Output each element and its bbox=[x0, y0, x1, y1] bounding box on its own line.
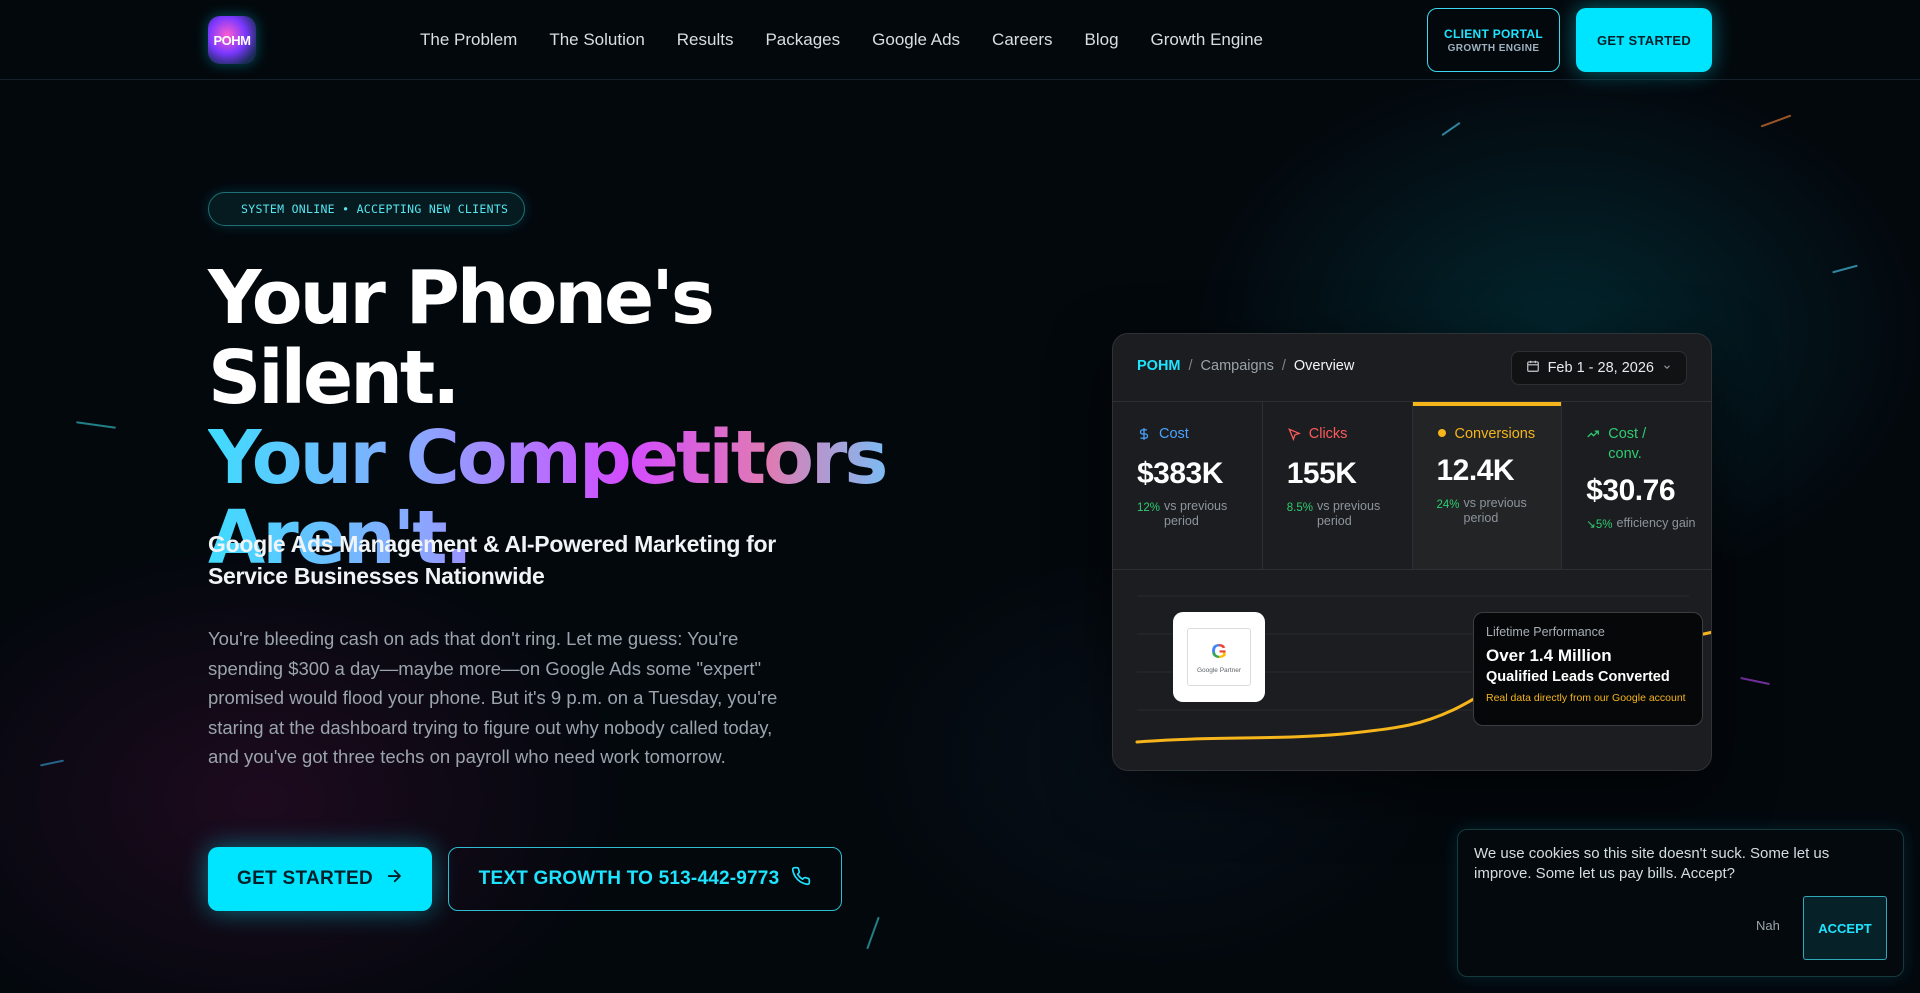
nav-growth-engine[interactable]: Growth Engine bbox=[1151, 30, 1263, 50]
logo[interactable]: POHM bbox=[208, 16, 256, 64]
metric-cost-label: Cost bbox=[1159, 426, 1189, 442]
metric-cost-pct: 12% bbox=[1137, 502, 1161, 514]
metric-cpc-value: $30.76 bbox=[1586, 474, 1676, 507]
metric-cost-note: vs previous period bbox=[1164, 499, 1228, 528]
breadcrumb-root[interactable]: POHM bbox=[1137, 358, 1181, 374]
metric-conversions[interactable]: Conversions 12.4K 24% vs previous period bbox=[1412, 402, 1563, 569]
breadcrumb-campaigns[interactable]: Campaigns bbox=[1201, 358, 1274, 374]
cursor-icon bbox=[1287, 424, 1301, 447]
calendar-icon bbox=[1526, 359, 1540, 377]
metric-label: Cost bbox=[1137, 424, 1262, 447]
metric-cost[interactable]: Cost $383K 12% vs previous period bbox=[1113, 402, 1263, 569]
breadcrumb: POHM / Campaigns / Overview bbox=[1137, 358, 1354, 374]
date-range-label: Feb 1 - 28, 2026 bbox=[1547, 360, 1654, 376]
metric-label: Cost / conv. bbox=[1586, 424, 1711, 464]
metric-conversions-note: vs previous period bbox=[1463, 496, 1527, 525]
google-partner-badge: G Google Partner bbox=[1173, 612, 1265, 702]
headline-line-2: Your Competitors bbox=[208, 418, 908, 498]
phone-icon bbox=[791, 866, 811, 892]
metric-cost-value: $383K bbox=[1137, 457, 1223, 490]
site-header: POHM The Problem The Solution Results Pa… bbox=[0, 0, 1920, 80]
header-get-started-button[interactable]: GET STARTED bbox=[1576, 8, 1712, 72]
nav-results[interactable]: Results bbox=[677, 30, 734, 50]
status-badge: SYSTEM ONLINE • ACCEPTING NEW CLIENTS bbox=[208, 192, 526, 226]
tooltip-kicker: Lifetime Performance bbox=[1486, 625, 1605, 639]
breadcrumb-separator: / bbox=[1188, 358, 1193, 374]
nav-packages[interactable]: Packages bbox=[765, 30, 840, 50]
lifetime-performance-tooltip: Lifetime Performance Over 1.4 Million Qu… bbox=[1473, 612, 1703, 726]
nav-careers[interactable]: Careers bbox=[992, 30, 1052, 50]
light-streak bbox=[1441, 121, 1461, 137]
metric-clicks-value: 155K bbox=[1286, 457, 1357, 490]
light-streak bbox=[866, 916, 880, 950]
light-streak bbox=[76, 421, 116, 429]
google-partner-inner: G Google Partner bbox=[1187, 628, 1251, 686]
client-portal-label: CLIENT PORTAL bbox=[1443, 26, 1543, 41]
hero-body-copy: You're bleeding cash on ads that don't r… bbox=[208, 628, 778, 767]
cta-secondary-label: TEXT GROWTH TO 513-442-9773 bbox=[478, 868, 780, 889]
cookie-decline-button[interactable]: Nah bbox=[1756, 918, 1780, 933]
metrics-row: Cost $383K 12% vs previous period Clicks… bbox=[1113, 402, 1711, 570]
client-portal-button[interactable]: CLIENT PORTAL GROWTH ENGINE bbox=[1427, 8, 1560, 72]
main-nav: The Problem The Solution Results Package… bbox=[420, 0, 1263, 80]
tooltip-headline: Over 1.4 Million bbox=[1486, 646, 1612, 665]
metric-clicks-note: vs previous period bbox=[1316, 499, 1381, 528]
dashboard-toolbar: POHM / Campaigns / Overview Feb 1 - 28, … bbox=[1113, 334, 1711, 402]
google-g-icon: G bbox=[1211, 640, 1227, 663]
metric-conversions-pct: 24% bbox=[1436, 499, 1460, 511]
nav-google-ads[interactable]: Google Ads bbox=[872, 30, 960, 50]
metric-cost-change: 12% vs previous period bbox=[1137, 499, 1262, 529]
dashboard-preview-card: POHM / Campaigns / Overview Feb 1 - 28, … bbox=[1112, 333, 1712, 771]
cookie-message: We use cookies so this site doesn't suck… bbox=[1474, 845, 1830, 882]
light-streak bbox=[1760, 114, 1792, 128]
client-portal-sublabel: GROWTH ENGINE bbox=[1447, 42, 1540, 54]
dollar-icon bbox=[1137, 424, 1151, 447]
hero-subheadline: Google Ads Management & AI-Powered Marke… bbox=[208, 531, 776, 589]
breadcrumb-current: Overview bbox=[1293, 358, 1355, 374]
metric-label: Clicks bbox=[1287, 424, 1412, 447]
metric-conversions-value: 12.4K bbox=[1436, 454, 1515, 487]
metric-label: Conversions bbox=[1437, 424, 1562, 444]
text-growth-button[interactable]: TEXT GROWTH TO 513-442-9773 bbox=[448, 847, 842, 911]
trend-up-icon bbox=[1586, 424, 1600, 447]
hero-get-started-button[interactable]: GET STARTED bbox=[208, 847, 432, 911]
chevron-down-icon bbox=[1662, 360, 1672, 376]
nav-the-solution[interactable]: The Solution bbox=[549, 30, 644, 50]
metric-clicks-change: 8.5% vs previous period bbox=[1287, 499, 1412, 529]
breadcrumb-separator: / bbox=[1281, 358, 1286, 374]
cta-primary-label: GET STARTED bbox=[237, 868, 373, 889]
nav-the-problem[interactable]: The Problem bbox=[420, 30, 517, 50]
tooltip-note: Real data directly from our Google accou… bbox=[1486, 692, 1686, 704]
metric-conversions-change: 24% vs previous period bbox=[1437, 496, 1562, 526]
nav-blog[interactable]: Blog bbox=[1085, 30, 1119, 50]
arrow-right-icon bbox=[385, 867, 403, 891]
metric-conversions-label: Conversions bbox=[1454, 426, 1536, 442]
metric-clicks-label: Clicks bbox=[1308, 426, 1348, 442]
dot-icon bbox=[1437, 424, 1447, 444]
metric-clicks[interactable]: Clicks 155K 8.5% vs previous period bbox=[1263, 402, 1413, 569]
cookie-accept-button[interactable]: ACCEPT bbox=[1803, 896, 1887, 960]
cookie-banner: We use cookies so this site doesn't suck… bbox=[1457, 829, 1904, 977]
metric-cost-per-conversion[interactable]: Cost / conv. $30.76 ↘5% efficiency gain bbox=[1562, 402, 1711, 569]
tooltip-subheadline: Qualified Leads Converted bbox=[1486, 669, 1670, 685]
light-streak bbox=[1832, 264, 1858, 274]
date-range-picker[interactable]: Feb 1 - 28, 2026 bbox=[1510, 351, 1687, 385]
metric-cpc-pct: ↘5% bbox=[1586, 519, 1613, 531]
metric-clicks-pct: 8.5% bbox=[1286, 502, 1313, 514]
metric-cpc-label: Cost / conv. bbox=[1608, 426, 1647, 462]
light-streak bbox=[1740, 676, 1770, 686]
headline-line-1: Your Phone's Silent. bbox=[208, 255, 715, 421]
light-streak bbox=[40, 759, 64, 767]
google-partner-label: Google Partner bbox=[1196, 666, 1242, 674]
metric-cpc-change: ↘5% efficiency gain bbox=[1586, 516, 1711, 533]
performance-chart: G Google Partner Lifetime Performance Ov… bbox=[1113, 570, 1711, 770]
metric-cpc-note: efficiency gain bbox=[1616, 516, 1696, 530]
